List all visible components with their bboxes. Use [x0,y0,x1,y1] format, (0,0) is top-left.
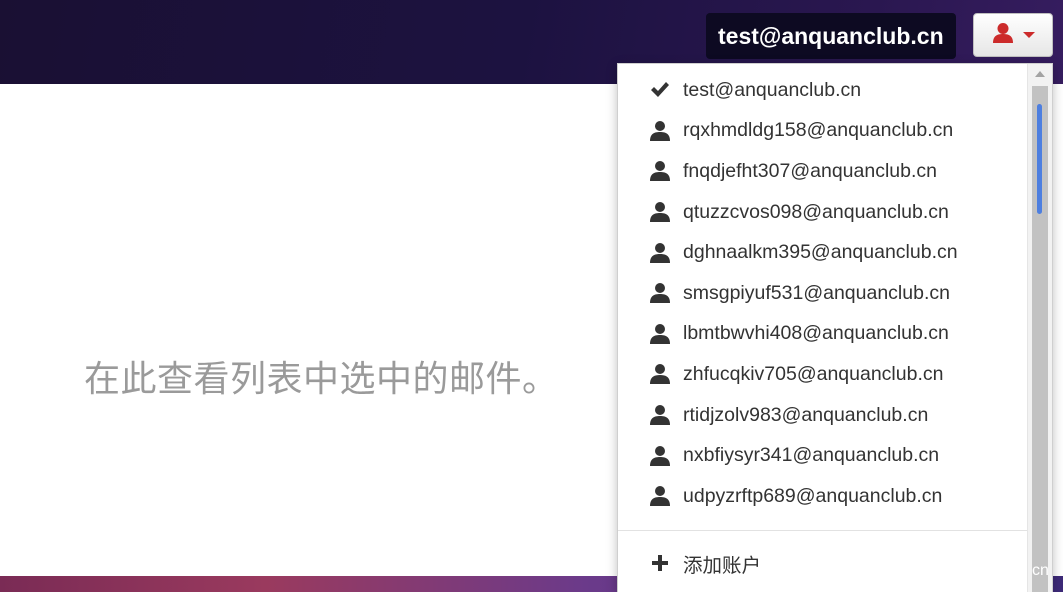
account-item[interactable]: udpyzrftp689@anquanclub.cn [618,476,1028,517]
account-item[interactable]: fnqdjefht307@anquanclub.cn [618,151,1028,192]
account-email: zhfucqkiv705@anquanclub.cn [683,362,944,385]
scroll-thumb[interactable] [1037,104,1042,214]
user-icon [648,444,672,468]
account-item[interactable]: zhfucqkiv705@anquanclub.cn [618,354,1028,395]
account-email: nxbfiysyr341@anquanclub.cn [683,444,940,467]
user-icon [648,200,672,224]
current-account-label: test@anquanclub.cn [706,13,956,59]
account-item[interactable]: test@anquanclub.cn [618,70,1028,111]
account-email: udpyzrftp689@anquanclub.cn [683,484,943,507]
account-email: fnqdjefht307@anquanclub.cn [683,159,937,182]
empty-preview-message: 在此查看列表中选中的邮件。 [84,358,559,399]
account-switcher-button[interactable] [973,13,1053,57]
user-icon [648,403,672,427]
account-item[interactable]: rqxhmdldg158@anquanclub.cn [618,111,1028,152]
user-icon [648,281,672,305]
plus-icon [648,551,672,575]
account-email: lbmtbwvhi408@anquanclub.cn [683,322,949,345]
check-icon [648,78,672,102]
menu-divider [618,530,1028,531]
background-text-fragment: cn [1032,562,1049,579]
account-email: rqxhmdldg158@anquanclub.cn [683,119,954,142]
user-icon [648,159,672,183]
account-item[interactable]: lbmtbwvhi408@anquanclub.cn [618,314,1028,355]
account-item[interactable]: nxbfiysyr341@anquanclub.cn [618,435,1028,476]
user-icon [648,484,672,508]
account-email: smsgpiyuf531@anquanclub.cn [683,281,950,304]
dropdown-scrollbar[interactable] [1027,64,1052,592]
account-email: dghnaalkm395@anquanclub.cn [683,241,958,264]
account-item[interactable]: dghnaalkm395@anquanclub.cn [618,232,1028,273]
user-icon [991,22,1015,49]
user-icon [648,119,672,143]
account-email: qtuzzcvos098@anquanclub.cn [683,200,949,223]
account-dropdown-menu: test@anquanclub.cn rqxhmdldg158@anquanclu… [617,63,1053,592]
account-list: test@anquanclub.cn rqxhmdldg158@anquanclu… [618,70,1028,517]
account-email: test@anquanclub.cn [683,78,862,101]
add-account-item[interactable]: 添加账户 [618,543,1052,584]
user-icon [648,241,672,265]
scroll-up-arrow-icon[interactable] [1035,71,1045,77]
account-item[interactable]: smsgpiyuf531@anquanclub.cn [618,273,1028,314]
user-icon [648,362,672,386]
chevron-down-icon [1023,32,1035,38]
account-email: rtidjzolv983@anquanclub.cn [683,403,929,426]
account-item[interactable]: rtidjzolv983@anquanclub.cn [618,395,1028,436]
account-item[interactable]: qtuzzcvos098@anquanclub.cn [618,192,1028,233]
add-account-label: 添加账户 [683,554,762,577]
user-icon [648,322,672,346]
